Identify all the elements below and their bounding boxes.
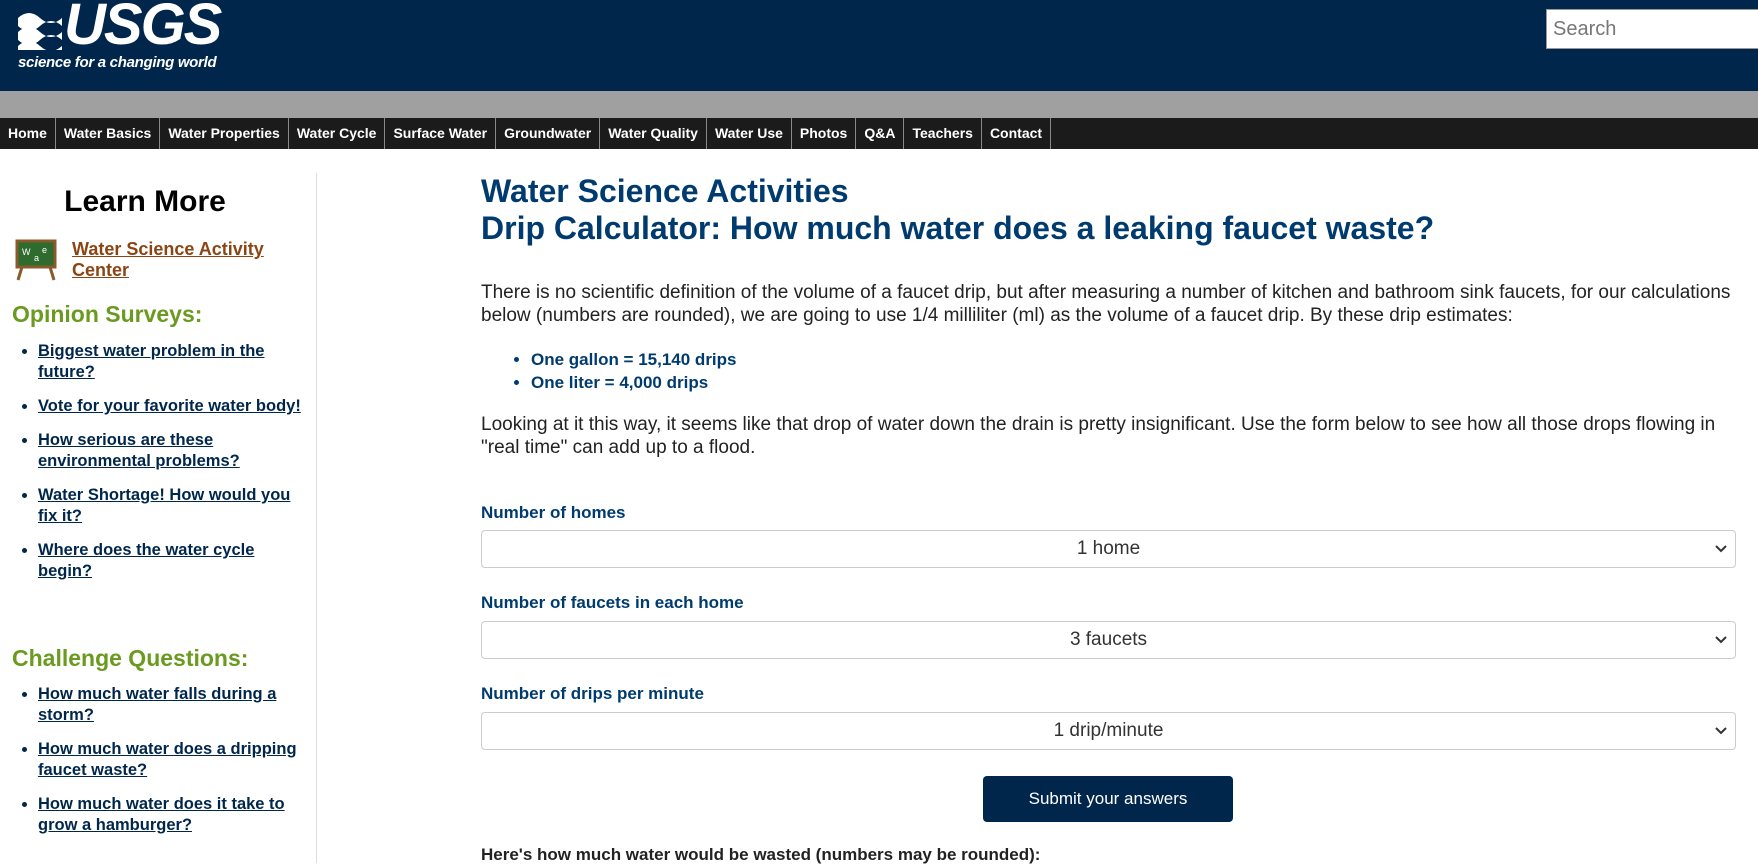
nav-groundwater[interactable]: Groundwater — [496, 118, 601, 149]
opinion-surveys-list: Biggest water problem in the future? Vot… — [12, 341, 308, 595]
nav-qa[interactable]: Q&A — [856, 118, 905, 149]
submit-button[interactable]: Submit your answers — [983, 776, 1233, 822]
nav-water-cycle[interactable]: Water Cycle — [289, 118, 386, 149]
challenge-link[interactable]: How much water does it take to grow a ha… — [38, 795, 285, 834]
learn-more-heading: Learn More — [64, 185, 226, 218]
faucets-select[interactable]: 3 faucets — [481, 621, 1736, 659]
chevron-down-icon — [1715, 727, 1727, 735]
survey-link[interactable]: Where does the water cycle begin? — [38, 541, 254, 580]
list-item: Water Shortage! How would you fix it? — [38, 485, 308, 527]
site-header: USGS science for a changing world — [0, 0, 1758, 91]
result-heading: Here's how much water would be wasted (n… — [481, 845, 1041, 864]
list-item: How serious are these environmental prob… — [38, 430, 308, 472]
chevron-down-icon — [1715, 636, 1727, 644]
main-content: Water Science Activities Drip Calculator… — [481, 173, 1738, 864]
intro-paragraph: There is no scientific definition of the… — [481, 282, 1731, 326]
nav-home[interactable]: Home — [0, 118, 56, 149]
challenge-link[interactable]: How much water does a dripping faucet wa… — [38, 740, 297, 779]
drips-select[interactable]: 1 drip/minute — [481, 712, 1736, 750]
survey-link[interactable]: How serious are these environmental prob… — [38, 431, 240, 470]
svg-text:W: W — [22, 247, 31, 257]
list-item: Biggest water problem in the future? — [38, 341, 308, 383]
list-item: One gallon = 15,140 drips — [531, 348, 737, 371]
svg-text:a: a — [34, 253, 39, 263]
search-input[interactable] — [1546, 9, 1758, 49]
homes-select-value: 1 home — [1076, 538, 1141, 559]
survey-link[interactable]: Biggest water problem in the future? — [38, 342, 264, 381]
survey-link[interactable]: Water Shortage! How would you fix it? — [38, 486, 290, 525]
nav-contact[interactable]: Contact — [982, 118, 1052, 149]
challenge-link[interactable]: How much water falls during a storm? — [38, 685, 276, 724]
explanation-paragraph: Looking at it this way, it seems like th… — [481, 414, 1716, 458]
usgs-logo[interactable]: USGS science for a changing world — [18, 0, 222, 71]
drips-select-value: 1 drip/minute — [1053, 720, 1164, 741]
nav-water-basics[interactable]: Water Basics — [56, 118, 161, 149]
svg-text:e: e — [42, 245, 47, 255]
nav-water-use[interactable]: Water Use — [707, 118, 792, 149]
chalkboard-icon: W a e — [15, 239, 57, 281]
opinion-surveys-heading: Opinion Surveys: — [12, 301, 203, 327]
list-item: Where does the water cycle begin? — [38, 540, 308, 582]
main-nav: Home Water Basics Water Properties Water… — [0, 118, 1758, 149]
list-item: One liter = 4,000 drips — [531, 371, 737, 394]
challenge-questions-list: How much water falls during a storm? How… — [12, 684, 308, 849]
faucets-select-value: 3 faucets — [1069, 629, 1148, 650]
activity-center-link[interactable]: Water Science Activity Center — [72, 239, 292, 281]
nav-photos[interactable]: Photos — [792, 118, 857, 149]
drip-estimates-list: One gallon = 15,140 drips One liter = 4,… — [481, 348, 737, 394]
list-item: How much water falls during a storm? — [38, 684, 308, 726]
chevron-down-icon — [1715, 545, 1727, 553]
logo-text: USGS — [64, 0, 222, 57]
list-item: How much water does a dripping faucet wa… — [38, 739, 308, 781]
sidebar: Learn More W a e Water Science Activity … — [0, 173, 317, 863]
page-subtitle: Drip Calculator: How much water does a l… — [481, 210, 1435, 246]
drips-label: Number of drips per minute — [481, 684, 704, 703]
list-item: Vote for your favorite water body! — [38, 396, 308, 417]
list-item: How much water does it take to grow a ha… — [38, 794, 308, 836]
homes-select[interactable]: 1 home — [481, 530, 1736, 568]
usgs-waves-icon — [18, 13, 62, 50]
logo-tagline: science for a changing world — [18, 54, 217, 71]
challenge-questions-heading: Challenge Questions: — [12, 645, 249, 671]
nav-water-quality[interactable]: Water Quality — [600, 118, 707, 149]
nav-water-properties[interactable]: Water Properties — [160, 118, 289, 149]
survey-link[interactable]: Vote for your favorite water body! — [38, 397, 301, 415]
activity-center-link-block[interactable]: W a e Water Science Activity Center — [14, 239, 292, 281]
header-divider-bar — [0, 91, 1758, 118]
faucets-label: Number of faucets in each home — [481, 593, 744, 612]
page-title: Water Science Activities — [481, 173, 849, 209]
nav-teachers[interactable]: Teachers — [904, 118, 982, 149]
homes-label: Number of homes — [481, 503, 626, 522]
nav-surface-water[interactable]: Surface Water — [385, 118, 497, 149]
